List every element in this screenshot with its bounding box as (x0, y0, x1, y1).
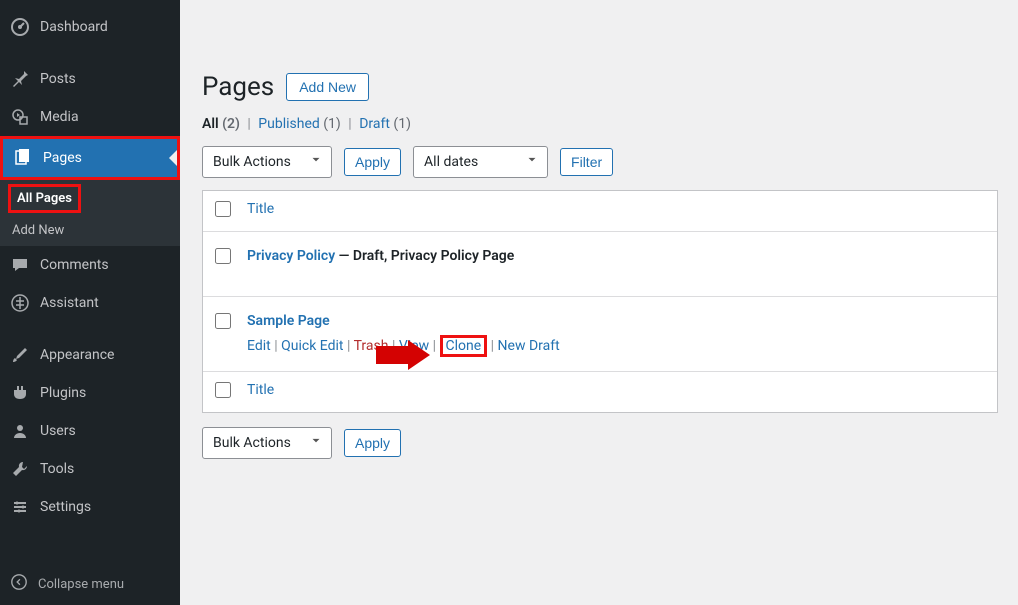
menu-users[interactable]: Users (0, 412, 180, 450)
row-checkbox[interactable] (215, 248, 231, 264)
main-content: Pages Add New All (2) | Published (1) | … (180, 0, 1018, 605)
dates-select[interactable]: All dates (413, 146, 548, 178)
bulk-actions-select[interactable]: Bulk Actions (202, 146, 332, 178)
admin-sidebar: Dashboard Posts Media Pages All Pages Ad… (0, 0, 180, 605)
menu-settings[interactable]: Settings (0, 488, 180, 526)
collapse-menu[interactable]: Collapse menu (0, 563, 180, 605)
pages-table: Title Privacy Policy — Draft, Privacy Po… (202, 190, 998, 413)
action-quick-edit[interactable]: Quick Edit (281, 338, 343, 354)
table-row: Privacy Policy — Draft, Privacy Policy P… (203, 232, 997, 297)
filter-all[interactable]: All (2) (202, 116, 240, 132)
row-actions: Edit | Quick Edit | Trash | View | Clone… (247, 335, 985, 357)
menu-label: Posts (40, 71, 76, 87)
filter-published[interactable]: Published (1) (258, 116, 341, 132)
row-title-link[interactable]: Sample Page (247, 313, 330, 329)
menu-appearance[interactable]: Appearance (0, 336, 180, 374)
pages-submenu: All Pages Add New (0, 180, 180, 246)
filter-button[interactable]: Filter (560, 148, 613, 176)
settings-icon (10, 497, 30, 517)
menu-media[interactable]: Media (0, 98, 180, 136)
status-filters: All (2) | Published (1) | Draft (1) (202, 116, 1018, 132)
apply-button-bottom[interactable]: Apply (344, 429, 401, 457)
dashboard-icon (10, 17, 30, 37)
apply-button-top[interactable]: Apply (344, 148, 401, 176)
menu-label: Tools (40, 461, 74, 477)
pages-icon (13, 148, 33, 168)
menu-label: Appearance (40, 347, 114, 363)
select-all-checkbox-bottom[interactable] (215, 382, 231, 398)
menu-label: Users (40, 423, 76, 439)
row-checkbox[interactable] (215, 313, 231, 329)
menu-label: Settings (40, 499, 91, 515)
menu-comments[interactable]: Comments (0, 246, 180, 284)
page-title: Pages (202, 72, 274, 102)
annotation-arrow (376, 340, 430, 374)
plugin-icon (10, 383, 30, 403)
submenu-all-pages[interactable]: All Pages (17, 191, 72, 206)
menu-tools[interactable]: Tools (0, 450, 180, 488)
chevron-down-icon (309, 434, 323, 452)
users-icon (10, 421, 30, 441)
table-header: Title (203, 191, 997, 232)
action-edit[interactable]: Edit (247, 338, 271, 354)
assistant-icon (10, 293, 30, 313)
chevron-down-icon (525, 153, 539, 171)
menu-label: Media (40, 109, 79, 125)
bulk-actions-select-bottom[interactable]: Bulk Actions (202, 427, 332, 459)
menu-plugins[interactable]: Plugins (0, 374, 180, 412)
menu-label: Dashboard (40, 19, 108, 35)
col-title[interactable]: Title (247, 382, 274, 398)
menu-assistant[interactable]: Assistant (0, 284, 180, 322)
menu-label: Pages (43, 150, 82, 166)
menu-dashboard[interactable]: Dashboard (0, 8, 180, 46)
media-icon (10, 107, 30, 127)
action-clone[interactable]: Clone (446, 338, 482, 354)
row-title-link[interactable]: Privacy Policy (247, 248, 335, 264)
menu-label: Comments (40, 257, 109, 273)
pin-icon (10, 69, 30, 89)
filter-draft[interactable]: Draft (1) (359, 116, 411, 132)
select-all-checkbox[interactable] (215, 201, 231, 217)
col-title[interactable]: Title (247, 201, 274, 217)
post-state: — Draft, Privacy Policy Page (335, 248, 514, 264)
add-new-button[interactable]: Add New (286, 73, 369, 101)
menu-label: Assistant (40, 295, 99, 311)
menu-label: Plugins (40, 385, 86, 401)
chevron-down-icon (309, 153, 323, 171)
table-footer: Title (203, 372, 997, 412)
menu-pages[interactable]: Pages (3, 139, 177, 177)
collapse-label: Collapse menu (38, 577, 124, 592)
brush-icon (10, 345, 30, 365)
tools-icon (10, 459, 30, 479)
submenu-add-new[interactable]: Add New (0, 215, 180, 246)
menu-posts[interactable]: Posts (0, 60, 180, 98)
collapse-icon (10, 573, 28, 595)
action-new-draft[interactable]: New Draft (498, 338, 560, 354)
comments-icon (10, 255, 30, 275)
table-row: Sample Page Edit | Quick Edit | Trash | … (203, 297, 997, 372)
